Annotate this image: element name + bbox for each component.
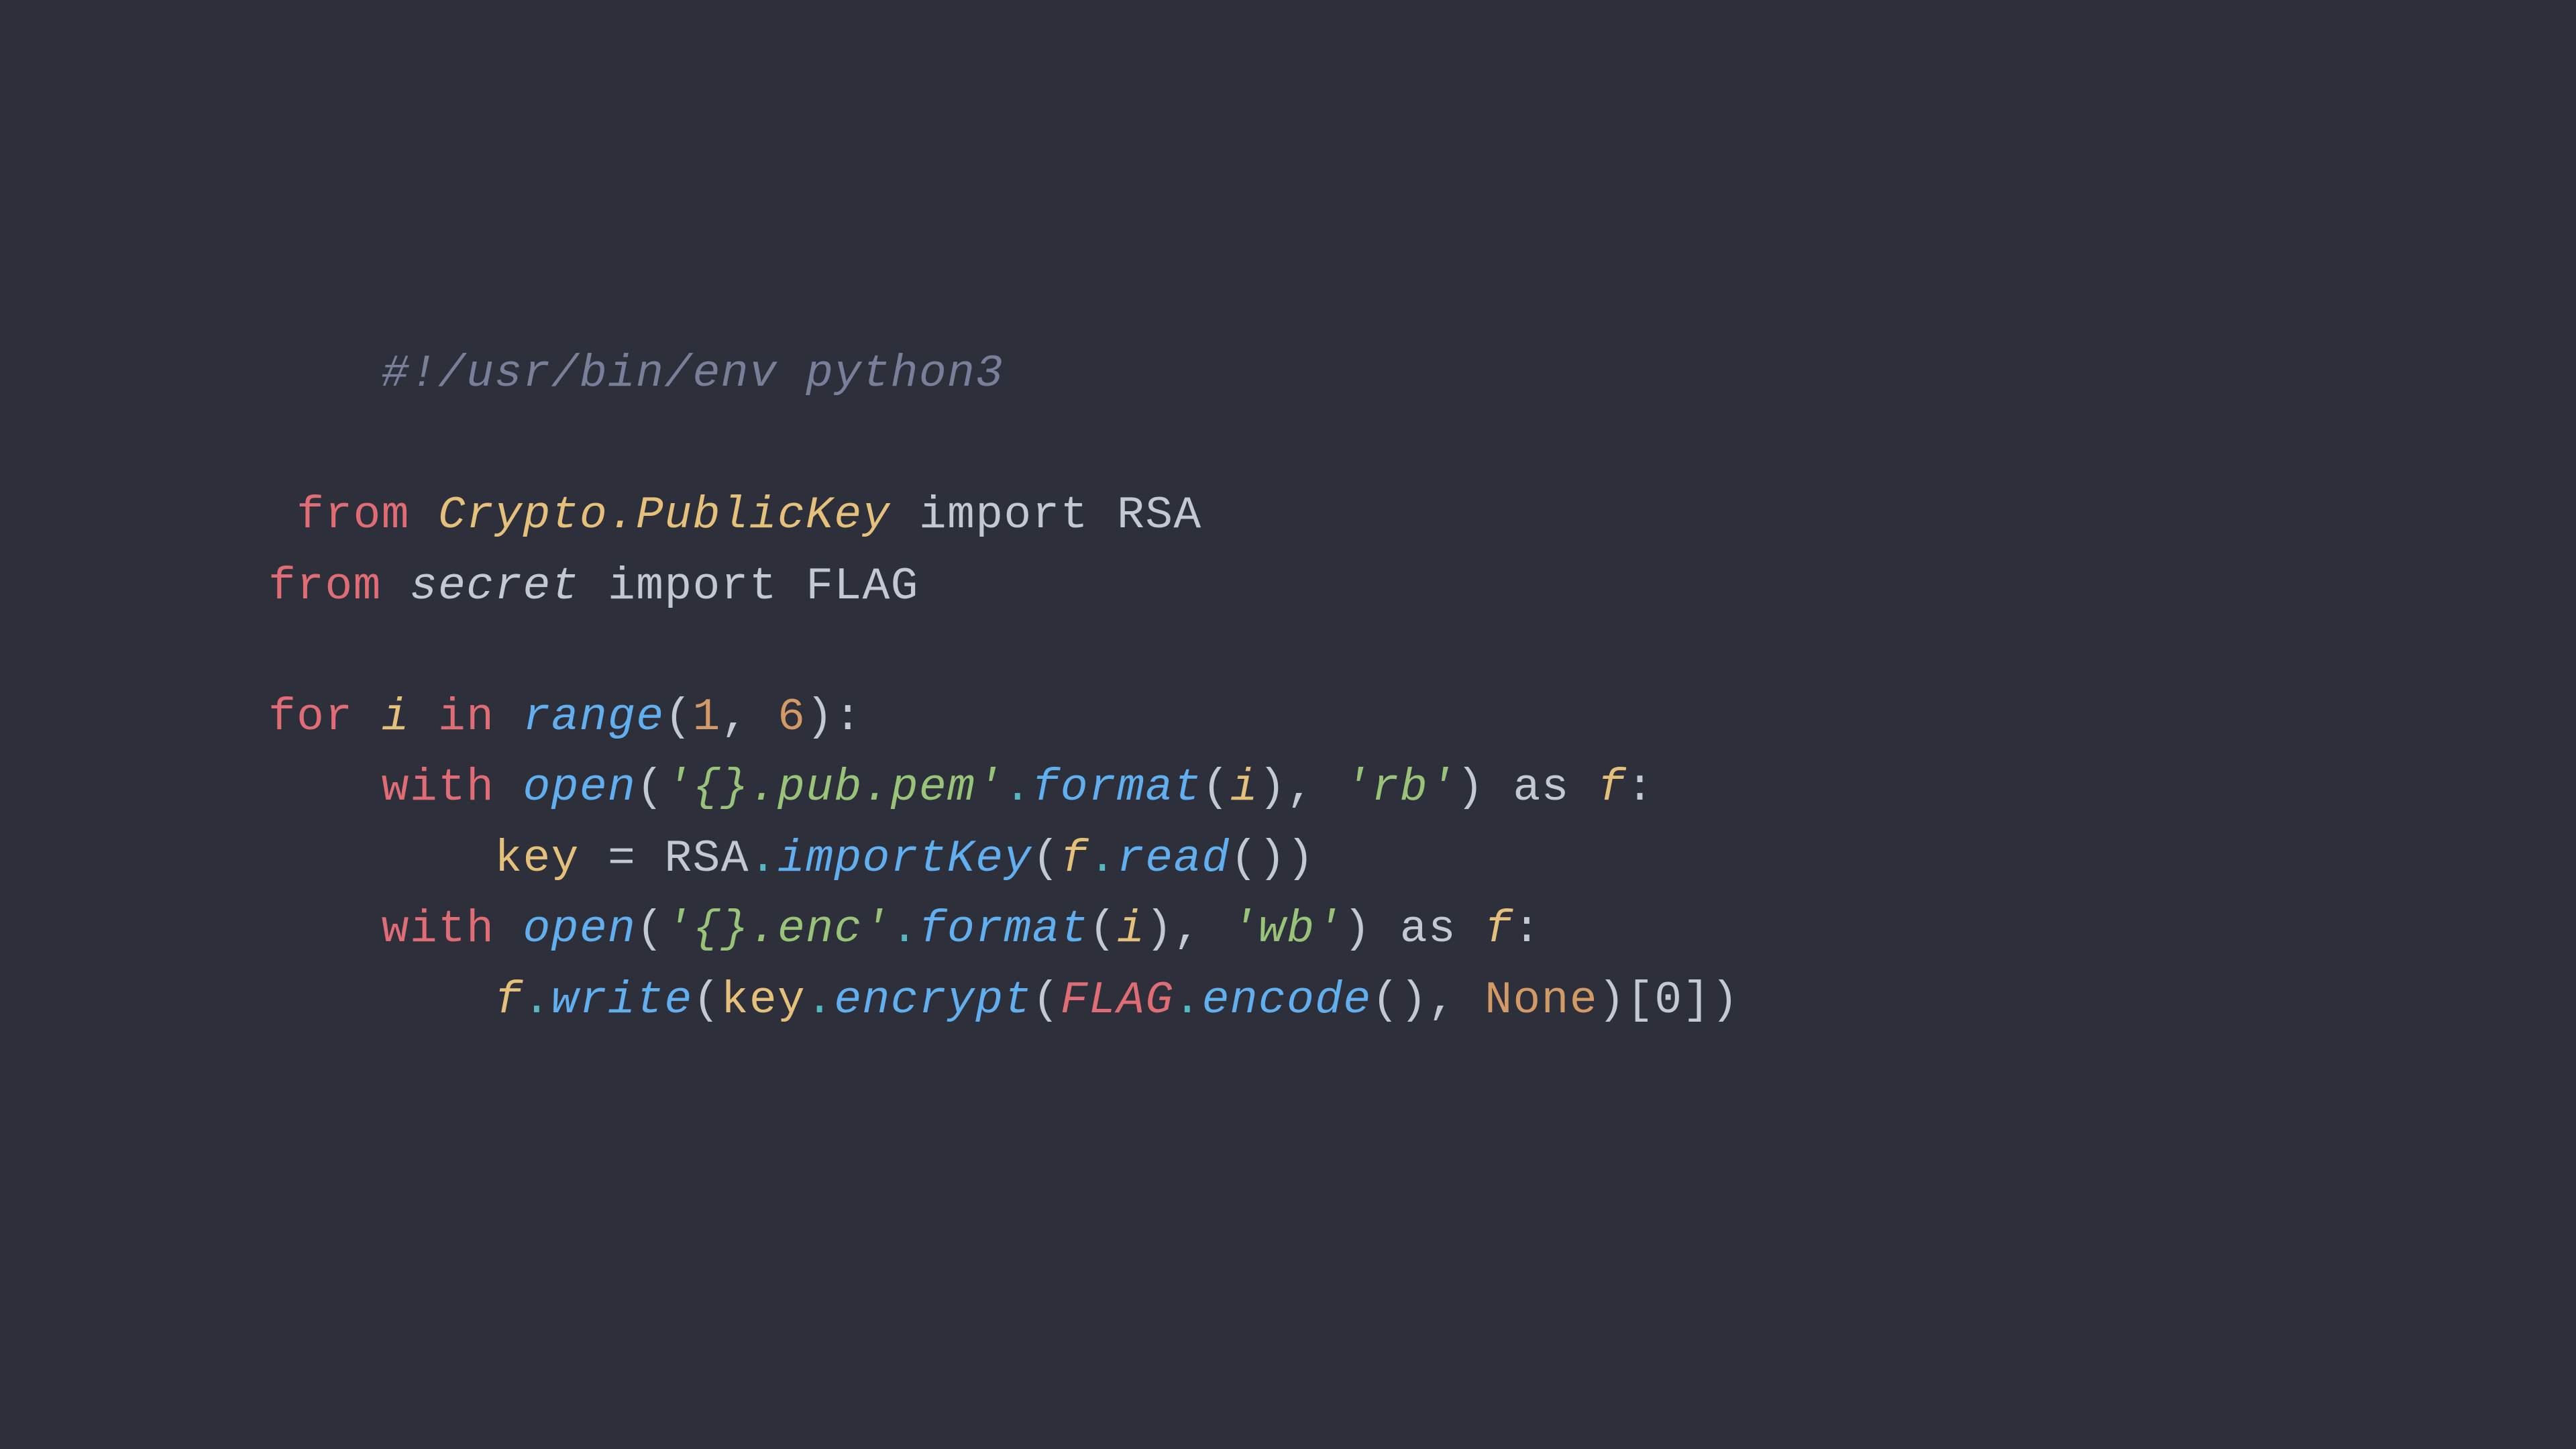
file-var-2: f xyxy=(1485,904,1513,955)
format-paren-1: ( xyxy=(1202,762,1230,814)
line-import-flag: from secret import FLAG xyxy=(268,551,1739,622)
for-keyword: for xyxy=(268,692,354,743)
range-start: 1 xyxy=(693,692,721,743)
as-keyword-1: as xyxy=(1513,762,1569,814)
blank-1 xyxy=(268,622,1739,682)
dot-4: . xyxy=(891,904,919,955)
enc-string: '{}.enc' xyxy=(664,904,890,955)
open-func-1: open xyxy=(523,762,637,814)
key-variable: key xyxy=(494,833,580,885)
wb-string: 'wb' xyxy=(1230,904,1344,955)
range-close-paren: ): xyxy=(806,692,862,743)
line-for-loop: for i in range(1, 6): xyxy=(268,682,1739,753)
none-value: None xyxy=(1485,975,1598,1026)
dot-2: . xyxy=(749,833,777,885)
encrypt-func: encrypt xyxy=(834,975,1032,1026)
write-paren: ( xyxy=(693,975,721,1026)
rb-string: 'rb' xyxy=(1343,762,1456,814)
format-func-2: format xyxy=(919,904,1089,955)
format-close-1: ), xyxy=(1258,762,1315,814)
encode-parens: (), xyxy=(1372,975,1457,1026)
write-close: ) xyxy=(1711,975,1739,1026)
import-keyword-2: import xyxy=(608,561,777,612)
loop-var-i: i xyxy=(382,692,410,743)
file-var-1: f xyxy=(1598,762,1626,814)
line-write-encrypt: f.write(key.encrypt(FLAG.encode(), None)… xyxy=(268,965,1739,1036)
line-with-open-pub: with open('{}.pub.pem'.format(i), 'rb') … xyxy=(268,753,1739,823)
dot-1: . xyxy=(1004,762,1032,814)
dot-6: . xyxy=(806,975,834,1026)
crypto-module: Crypto.PublicKey xyxy=(438,490,891,541)
index-bracket: [0] xyxy=(1626,975,1711,1026)
encrypt-paren: ( xyxy=(1032,975,1061,1026)
format-arg-i-1: i xyxy=(1230,762,1258,814)
format-close-2: ), xyxy=(1145,904,1201,955)
as-keyword-2: as xyxy=(1400,904,1456,955)
importkey-paren: ( xyxy=(1032,833,1061,885)
importkey-func: importKey xyxy=(777,833,1032,885)
encrypt-close: ) xyxy=(1598,975,1626,1026)
flag-variable: FLAG xyxy=(1061,975,1174,1026)
range-func: range xyxy=(523,692,665,743)
range-open-paren: ( xyxy=(664,692,692,743)
rsa-object: RSA xyxy=(664,833,749,885)
pub-pem-string: '{}.pub.pem' xyxy=(664,762,1004,814)
open-paren-1: ( xyxy=(636,762,664,814)
import-keyword-1: import xyxy=(919,490,1089,541)
code-block: #!/usr/bin/env python3 from Crypto.Publi… xyxy=(201,215,1807,1089)
dot-5: . xyxy=(523,975,551,1026)
in-keyword: in xyxy=(438,692,494,743)
line-import-rsa: from Crypto.PublicKey import RSA xyxy=(268,480,1739,551)
line-key-import: key = RSA.importKey(f.read()) xyxy=(268,824,1739,894)
open-close-1: ) xyxy=(1456,762,1485,814)
equals-sign: = xyxy=(608,833,636,885)
encode-func: encode xyxy=(1202,975,1372,1026)
range-comma: , xyxy=(721,692,749,743)
open-close-2: ) xyxy=(1343,904,1371,955)
from-keyword-2: from xyxy=(268,561,382,612)
secret-module: secret xyxy=(410,561,580,612)
flag-name: FLAG xyxy=(806,561,919,612)
read-parens: ()) xyxy=(1230,833,1316,885)
line-with-open-enc: with open('{}.enc'.format(i), 'wb') as f… xyxy=(268,894,1739,965)
with-keyword-1: with xyxy=(382,762,495,814)
from-keyword-1: from xyxy=(297,490,410,541)
dot-7: . xyxy=(1173,975,1201,1026)
dot-3: . xyxy=(1089,833,1117,885)
range-end: 6 xyxy=(777,692,806,743)
rsa-name: RSA xyxy=(1117,490,1202,541)
file-var-write: f xyxy=(494,975,523,1026)
file-var-read: f xyxy=(1061,833,1089,885)
with-keyword-2: with xyxy=(382,904,495,955)
open-paren-2: ( xyxy=(636,904,664,955)
colon-1: : xyxy=(1626,762,1654,814)
line-shebang: #!/usr/bin/env python3 xyxy=(268,268,1739,480)
shebang-comment: #!/usr/bin/env python3 xyxy=(382,348,1004,400)
format-func-1: format xyxy=(1032,762,1202,814)
format-arg-i-2: i xyxy=(1117,904,1145,955)
read-func: read xyxy=(1117,833,1230,885)
colon-2: : xyxy=(1513,904,1541,955)
write-func: write xyxy=(551,975,693,1026)
key-encrypt-obj: key xyxy=(721,975,806,1026)
format-paren-2: ( xyxy=(1089,904,1117,955)
open-func-2: open xyxy=(523,904,637,955)
